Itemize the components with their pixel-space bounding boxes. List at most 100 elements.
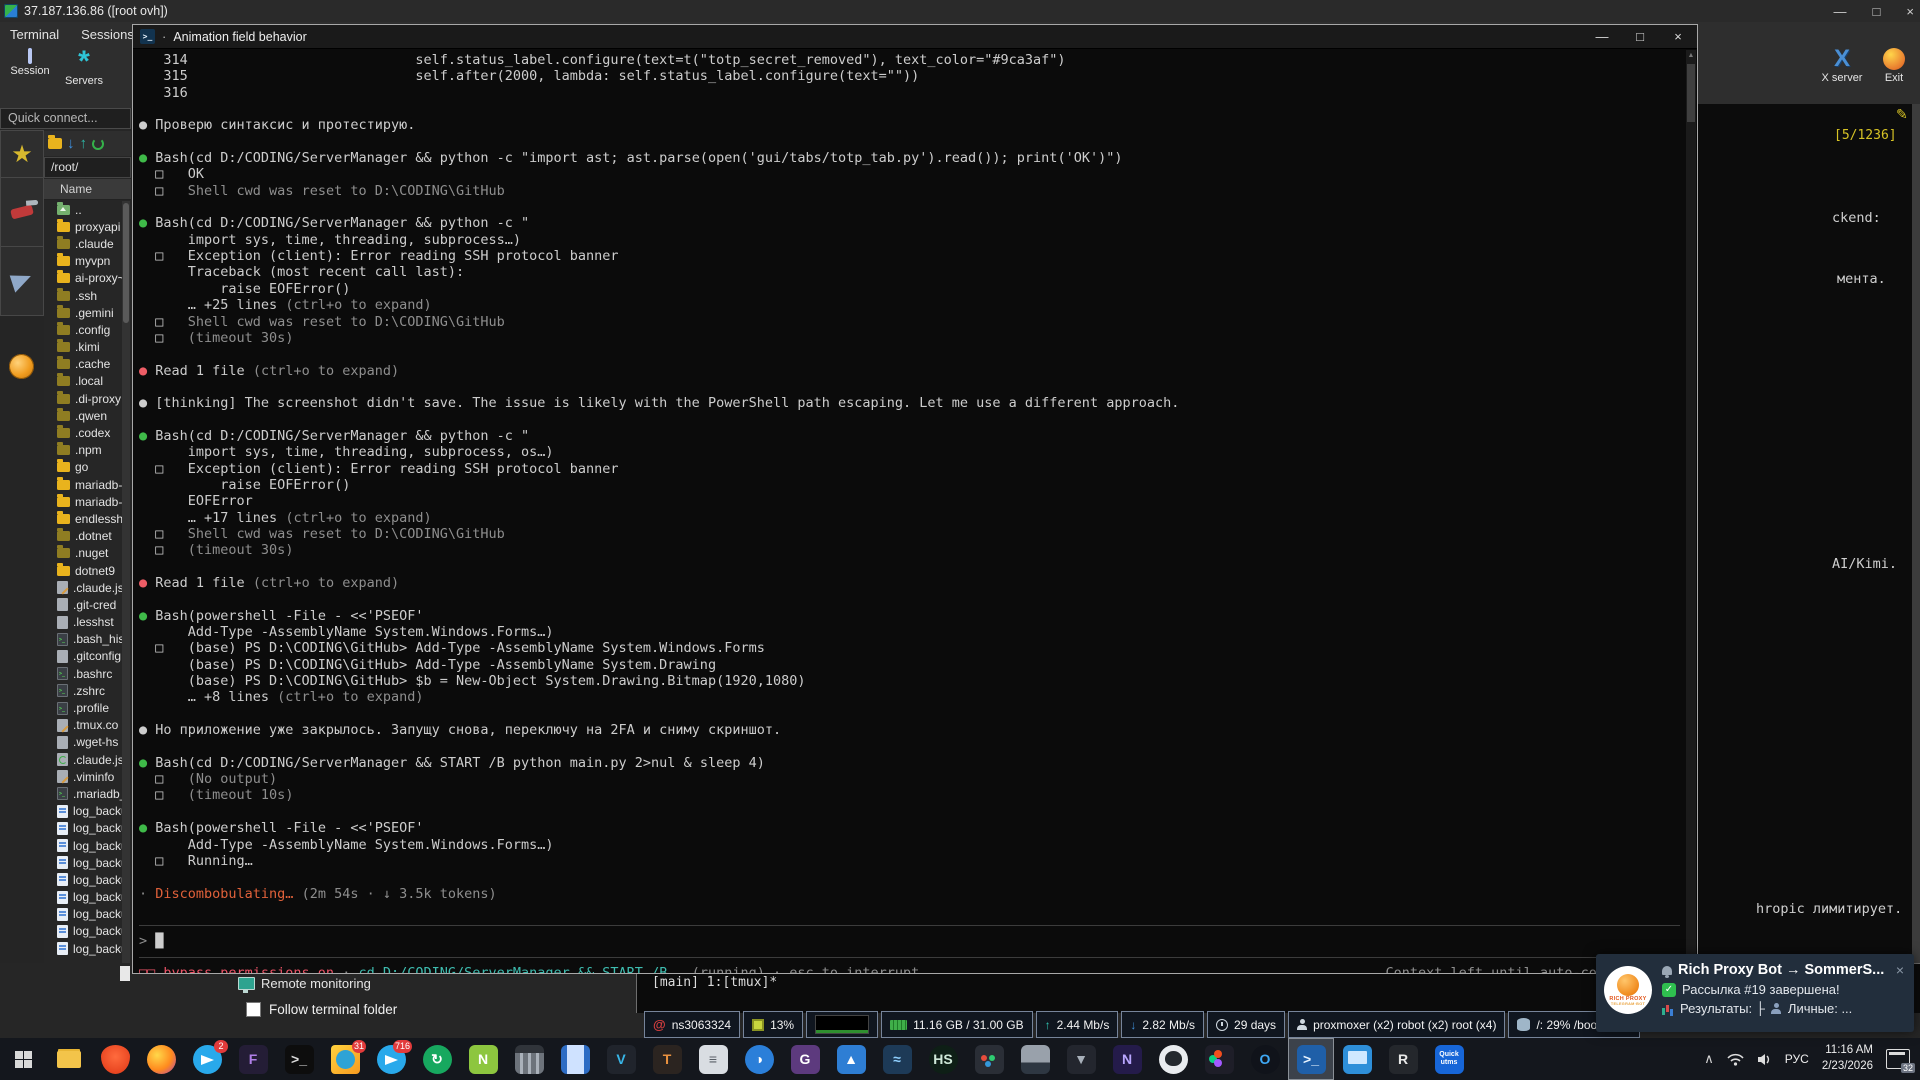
file-row[interactable]: .codex — [44, 424, 122, 441]
follow-terminal-folder-option[interactable]: Follow terminal folder — [246, 1002, 397, 1017]
file-row[interactable]: log_backu — [44, 889, 122, 906]
clock[interactable]: 11:16 AM 2/23/2026 — [1822, 1043, 1873, 1074]
taskbar-icon-quick-utms[interactable]: Quick utms — [1426, 1038, 1472, 1080]
taskbar-icon-whale-app[interactable]: ≈ — [874, 1038, 920, 1080]
taskbar-icon-notion-app[interactable]: N — [1104, 1038, 1150, 1080]
taskbar-icon-game-app[interactable]: F — [230, 1038, 276, 1080]
menu-sessions[interactable]: Sessions — [81, 27, 134, 42]
exit-button[interactable]: Exit — [1874, 46, 1914, 84]
file-row[interactable]: .gemini — [44, 304, 122, 321]
file-row[interactable]: .local — [44, 373, 122, 390]
file-row[interactable]: .. — [44, 201, 122, 218]
file-row[interactable]: .bash_his — [44, 631, 122, 648]
taskbar-icon-tools-app[interactable]: T — [644, 1038, 690, 1080]
minimize-button[interactable]: — — [1834, 4, 1847, 19]
prompt-line[interactable]: > █ — [139, 933, 1686, 949]
console-minimize-button[interactable]: — — [1583, 29, 1621, 44]
sftp-column-header[interactable]: Name — [44, 179, 131, 200]
console-titlebar[interactable]: >_ · Animation field behavior — □ × — [133, 25, 1697, 49]
background-scrollbar[interactable] — [1912, 104, 1920, 963]
taskbar-icon-panel-app[interactable] — [552, 1038, 598, 1080]
file-row[interactable]: .config — [44, 321, 122, 338]
taskbar-icon-r-app[interactable]: R — [1380, 1038, 1426, 1080]
file-row[interactable]: .claude — [44, 235, 122, 252]
maximize-button[interactable]: □ — [1873, 4, 1881, 19]
sftp-path-field[interactable]: /root/ — [44, 157, 131, 178]
file-row[interactable]: log_backu — [44, 871, 122, 888]
favorites-tab[interactable]: ★ — [0, 130, 44, 178]
taskbar-icon-github-desktop[interactable] — [1150, 1038, 1196, 1080]
telegram-notification[interactable]: RICH PROXY TELEGRAM·BOT Rich Proxy Bot →… — [1596, 954, 1914, 1032]
file-row[interactable]: go — [44, 459, 122, 476]
session-button[interactable]: Session — [4, 50, 56, 77]
scroll-up-arrow-icon[interactable]: ▲ — [1686, 50, 1696, 62]
taskbar-icon-remote-monitor-app[interactable] — [1334, 1038, 1380, 1080]
file-row[interactable]: .wget-hs — [44, 734, 122, 751]
taskbar-icon-photos-app[interactable]: ▲ — [828, 1038, 874, 1080]
remote-monitoring-option[interactable]: Remote monitoring — [238, 976, 371, 991]
file-row[interactable]: log_backu — [44, 854, 122, 871]
file-row[interactable]: .claude.js — [44, 751, 122, 768]
taskbar-icon-cmd-terminal[interactable]: >_ — [276, 1038, 322, 1080]
file-row[interactable]: log_backu — [44, 923, 122, 940]
file-row[interactable]: mariadb-c — [44, 493, 122, 510]
console-maximize-button[interactable]: □ — [1621, 29, 1659, 44]
file-row[interactable]: log_backu — [44, 940, 122, 957]
quick-connect-input[interactable]: Quick connect... — [0, 108, 131, 129]
file-row[interactable]: .profile — [44, 699, 122, 716]
file-row[interactable]: .nuget — [44, 545, 122, 562]
upload-icon[interactable]: ↑ — [80, 137, 88, 151]
start-button[interactable] — [0, 1038, 46, 1080]
taskbar-icon-funnel-app[interactable]: ▼ — [1058, 1038, 1104, 1080]
taskbar-icon-figma-app[interactable] — [1196, 1038, 1242, 1080]
file-row[interactable]: .dotnet — [44, 528, 122, 545]
taskbar-icon-brave-browser[interactable] — [92, 1038, 138, 1080]
file-row[interactable]: .tmux.co — [44, 717, 122, 734]
taskbar-icon-sync-app[interactable]: ↻ — [414, 1038, 460, 1080]
file-row[interactable]: .di-proxy — [44, 390, 122, 407]
file-row[interactable]: .viminfo — [44, 768, 122, 785]
taskbar-icon-telegram-gold-app[interactable]: 31 — [322, 1038, 368, 1080]
file-row[interactable]: .git-cred — [44, 596, 122, 613]
taskbar-icon-v-app[interactable]: V — [598, 1038, 644, 1080]
taskbar-icon-swirl-app[interactable]: ◑ — [736, 1038, 782, 1080]
file-row[interactable]: endlessh — [44, 510, 122, 527]
tunnels-tab[interactable] — [0, 247, 44, 316]
download-icon[interactable]: ↓ — [67, 137, 75, 151]
taskbar-icon-opera-browser[interactable]: O — [1242, 1038, 1288, 1080]
menu-terminal[interactable]: Terminal — [10, 27, 59, 42]
speaker-icon[interactable] — [1757, 1053, 1772, 1066]
taskbar-icon-chart-monitor-app[interactable] — [1012, 1038, 1058, 1080]
x-server-button[interactable]: X X server — [1816, 46, 1868, 84]
file-row[interactable]: log_backu — [44, 906, 122, 923]
file-row[interactable]: myvpn — [44, 253, 122, 270]
file-row[interactable]: .qwen — [44, 407, 122, 424]
taskbar-icon-hs-app[interactable]: HS — [920, 1038, 966, 1080]
file-row[interactable]: .lesshst — [44, 614, 122, 631]
file-row[interactable]: mariadb-i — [44, 476, 122, 493]
taskbar-icon-palette-app[interactable] — [966, 1038, 1012, 1080]
file-row[interactable]: dotnet9 — [44, 562, 122, 579]
claude-code-terminal[interactable]: 314 self.status_label.configure(text=t("… — [133, 49, 1686, 973]
checkbox[interactable] — [246, 1002, 261, 1017]
file-row[interactable]: .bashrc — [44, 665, 122, 682]
wifi-icon[interactable] — [1727, 1053, 1744, 1066]
tools-tab[interactable] — [0, 178, 44, 247]
taskbar-icon-notepad-plus-app[interactable]: N — [460, 1038, 506, 1080]
file-row[interactable]: .claude.js — [44, 579, 122, 596]
sftp-vertical-scrollbar[interactable] — [122, 201, 130, 963]
file-row[interactable]: log_backu — [44, 803, 122, 820]
file-row[interactable]: .kimi — [44, 339, 122, 356]
taskbar-icon-telegram-alt-app[interactable]: 716 — [368, 1038, 414, 1080]
file-row[interactable]: .cache — [44, 356, 122, 373]
refresh-icon[interactable] — [92, 138, 104, 150]
file-row[interactable]: .mariadb_ — [44, 785, 122, 802]
file-row[interactable]: .npm — [44, 442, 122, 459]
file-row[interactable]: log_backu — [44, 820, 122, 837]
folder-up-icon[interactable] — [48, 138, 62, 149]
taskbar-icon-gimp-app[interactable]: G — [782, 1038, 828, 1080]
notifications-icon[interactable]: 32 — [1886, 1049, 1910, 1069]
console-close-button[interactable]: × — [1659, 29, 1697, 44]
language-indicator[interactable]: РУС — [1785, 1052, 1809, 1066]
close-button[interactable]: × — [1906, 4, 1914, 19]
